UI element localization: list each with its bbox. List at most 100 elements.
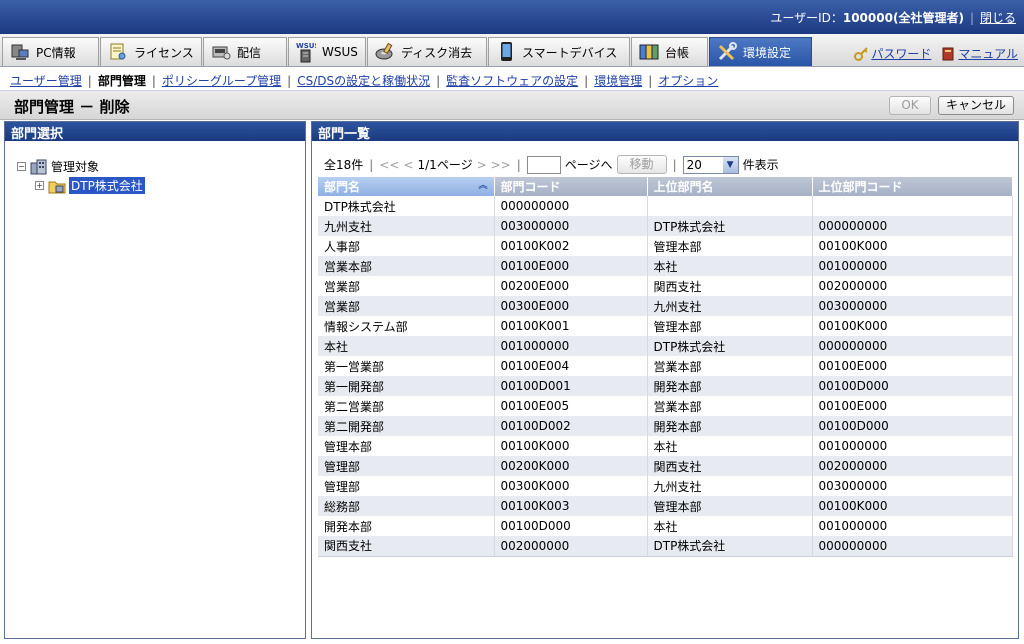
table-row[interactable]: 本社 001000000 DTP株式会社 000000000 bbox=[318, 336, 1013, 356]
table-header-row: 部門名 ︽ 部門コード 上位部門名 上位部門コード bbox=[318, 177, 1013, 196]
cell-parent-code: 00100K000 bbox=[812, 236, 1013, 256]
table-row[interactable]: 第一営業部 00100E004 営業本部 00100E000 bbox=[318, 356, 1013, 376]
department-tree: − 管理対象 + DTP株式会社 bbox=[5, 141, 305, 195]
password-link-label: パスワード bbox=[871, 47, 932, 61]
cell-parent-name: 営業本部 bbox=[647, 356, 813, 376]
table-row[interactable]: 関西支社 002000000 DTP株式会社 000000000 bbox=[318, 536, 1013, 557]
key-icon bbox=[854, 46, 869, 61]
subnav-user-management[interactable]: ユーザー管理 bbox=[10, 74, 82, 88]
tree-node-root[interactable]: − 管理対象 bbox=[17, 157, 305, 176]
cell-parent-name: 関西支社 bbox=[647, 456, 813, 476]
table-row[interactable]: 営業本部 00100E000 本社 001000000 bbox=[318, 256, 1013, 276]
password-link[interactable]: パスワード bbox=[854, 45, 931, 62]
table-row[interactable]: DTP株式会社 000000000 bbox=[318, 196, 1013, 216]
tab-license[interactable]: ライセンス bbox=[100, 37, 202, 66]
subnav-cs-ds-settings[interactable]: CS/DSの設定と稼働状況 bbox=[297, 74, 430, 88]
cell-parent-name bbox=[647, 196, 813, 216]
cell-department-name: 管理本部 bbox=[318, 436, 495, 456]
top-bar: ユーザーID：100000(全社管理者) | 閉じる bbox=[0, 0, 1024, 34]
table-row[interactable]: 管理部 00200K000 関西支社 002000000 bbox=[318, 456, 1013, 476]
tab-ledger[interactable]: 台帳 bbox=[631, 37, 708, 66]
column-header-parent-code[interactable]: 上位部門コード bbox=[812, 177, 1013, 196]
tree-node-company[interactable]: + DTP株式会社 bbox=[17, 176, 305, 195]
subnav-policy-group-management[interactable]: ポリシーグループ管理 bbox=[162, 74, 281, 88]
column-header-department-code[interactable]: 部門コード bbox=[494, 177, 648, 196]
cell-parent-code: 002000000 bbox=[812, 456, 1013, 476]
table-row[interactable]: 営業部 00200E000 関西支社 002000000 bbox=[318, 276, 1013, 296]
column-header-parent-name[interactable]: 上位部門名 bbox=[647, 177, 813, 196]
cancel-button[interactable]: キャンセル bbox=[938, 96, 1014, 115]
table-row[interactable]: 第一開発部 00100D001 開発本部 00100D000 bbox=[318, 376, 1013, 396]
cell-department-code: 00100D000 bbox=[494, 516, 648, 536]
tab-label: 配信 bbox=[237, 45, 262, 60]
per-page-label: 件表示 bbox=[742, 158, 779, 172]
user-id-label: ユーザーID： bbox=[770, 11, 843, 25]
table-row[interactable]: 第二営業部 00100E005 営業本部 00100E000 bbox=[318, 396, 1013, 416]
first-page-button[interactable]: << bbox=[379, 158, 399, 172]
manual-link[interactable]: マニュアル bbox=[941, 45, 1018, 62]
table-row[interactable]: 九州支社 003000000 DTP株式会社 000000000 bbox=[318, 216, 1013, 236]
cell-parent-code: 001000000 bbox=[812, 436, 1013, 456]
table-row[interactable]: 管理本部 00100K000 本社 001000000 bbox=[318, 436, 1013, 456]
cell-parent-code: 000000000 bbox=[812, 216, 1013, 236]
wsus-icon: WSUS bbox=[295, 41, 317, 63]
close-link[interactable]: 閉じる bbox=[980, 11, 1016, 25]
collapse-icon[interactable]: − bbox=[17, 162, 26, 171]
tab-label: ディスク消去 bbox=[401, 45, 473, 60]
subnav-options[interactable]: オプション bbox=[658, 74, 718, 88]
cell-department-name: 管理部 bbox=[318, 476, 495, 496]
tab-pc-info[interactable]: PC情報 bbox=[2, 37, 99, 66]
cell-department-name: 総務部 bbox=[318, 496, 495, 516]
table-row[interactable]: 管理部 00300K000 九州支社 003000000 bbox=[318, 476, 1013, 496]
panel-header: 部門選択 bbox=[5, 122, 305, 142]
separator: | bbox=[87, 74, 92, 88]
prev-page-button[interactable]: < bbox=[403, 158, 413, 172]
tab-wsus[interactable]: WSUS WSUS bbox=[288, 37, 366, 66]
table-row[interactable]: 第二開発部 00100D002 開発本部 00100D000 bbox=[318, 416, 1013, 436]
cell-department-name: 人事部 bbox=[318, 236, 495, 256]
subnav-department-management[interactable]: 部門管理 bbox=[98, 74, 146, 88]
cell-department-code: 00100E004 bbox=[494, 356, 648, 376]
expand-icon[interactable]: + bbox=[35, 181, 44, 190]
folder-icon bbox=[48, 181, 66, 193]
last-page-button[interactable]: >> bbox=[491, 158, 511, 172]
column-header-department-name[interactable]: 部門名 ︽ bbox=[318, 177, 495, 196]
tab-disk-erase[interactable]: ディスク消去 bbox=[367, 37, 487, 66]
cell-parent-code: 003000000 bbox=[812, 296, 1013, 316]
cell-department-name: 九州支社 bbox=[318, 216, 495, 236]
cell-department-code: 00200K000 bbox=[494, 456, 648, 476]
table-row[interactable]: 営業部 00300E000 九州支社 003000000 bbox=[318, 296, 1013, 316]
tab-environment-settings[interactable]: 環境設定 bbox=[709, 37, 812, 66]
cell-parent-name: 営業本部 bbox=[647, 396, 813, 416]
cell-department-code: 00100D001 bbox=[494, 376, 648, 396]
user-id-value: 100000(全社管理者) bbox=[842, 11, 964, 25]
page-info: 1/1ページ bbox=[417, 158, 473, 172]
table-row[interactable]: 総務部 00100K003 管理本部 00100K000 bbox=[318, 496, 1013, 516]
tree-company-label[interactable]: DTP株式会社 bbox=[69, 177, 145, 194]
subnav-environment-management[interactable]: 環境管理 bbox=[594, 74, 642, 88]
tab-label: WSUS bbox=[322, 45, 358, 59]
per-page-value: 20 bbox=[686, 157, 702, 172]
tab-distribution[interactable]: 配信 bbox=[203, 37, 287, 66]
subnav-audit-software-settings[interactable]: 監査ソフトウェアの設定 bbox=[446, 74, 578, 88]
ok-button[interactable]: OK bbox=[889, 96, 931, 115]
page-number-input[interactable] bbox=[526, 155, 561, 174]
table-row[interactable]: 開発本部 00100D000 本社 001000000 bbox=[318, 516, 1013, 536]
per-page-select[interactable]: 20 ▼ bbox=[682, 155, 739, 174]
cell-department-name: 本社 bbox=[318, 336, 495, 356]
sort-asc-icon: ︽ bbox=[478, 181, 488, 191]
cell-department-code: 00100K000 bbox=[494, 436, 648, 456]
tab-label: スマートデバイス bbox=[522, 45, 618, 60]
table-row[interactable]: 情報システム部 00100K001 管理本部 00100K000 bbox=[318, 316, 1013, 336]
cell-parent-name: 九州支社 bbox=[647, 476, 813, 496]
panel-header: 部門一覧 bbox=[312, 122, 1018, 142]
page-title-bar: 部門管理 － 削除 OK キャンセル bbox=[0, 91, 1024, 120]
main-tab-bar: PC情報 ライセンス 配信 WSUS WSUS ディスク消去 スマートデバイス … bbox=[0, 34, 1024, 67]
table-row[interactable]: 人事部 00100K002 管理本部 00100K000 bbox=[318, 236, 1013, 256]
move-button[interactable]: 移動 bbox=[616, 155, 667, 174]
tab-smart-device[interactable]: スマートデバイス bbox=[488, 37, 630, 66]
goto-page-label: ページへ bbox=[564, 158, 613, 172]
department-list-panel: 部門一覧 全18件 | << < 1/1ページ > >> | ページへ 移動 |… bbox=[311, 121, 1019, 639]
cell-department-name: 第二開発部 bbox=[318, 416, 495, 436]
next-page-button[interactable]: > bbox=[477, 158, 487, 172]
